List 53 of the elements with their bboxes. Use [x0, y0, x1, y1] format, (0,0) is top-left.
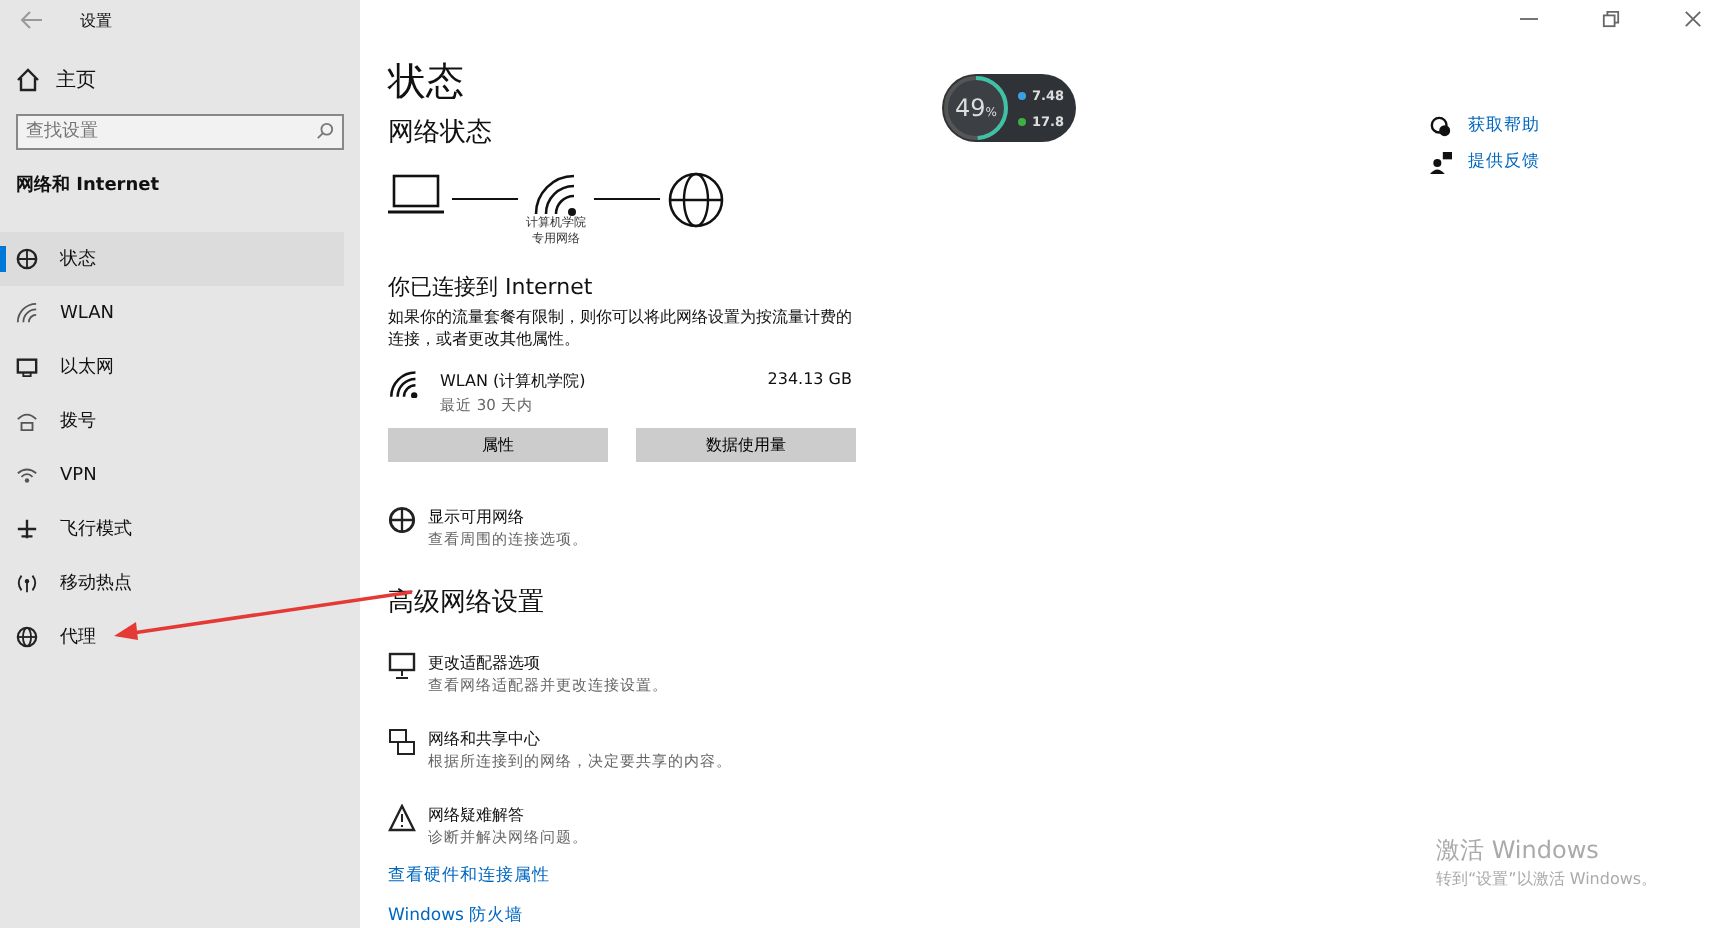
nav-icon	[16, 626, 38, 648]
monitor-icon	[388, 652, 416, 680]
activation-title: 激活 Windows	[1436, 834, 1601, 868]
action-button[interactable]: 数据使用量	[636, 428, 856, 462]
wifi-icon	[532, 172, 580, 216]
setting-link[interactable]: 网络和共享中心	[428, 728, 732, 750]
help-bubble-icon	[1430, 115, 1452, 137]
help-link[interactable]: 提供反馈	[1468, 150, 1540, 174]
data-usage: 234.13 GB	[767, 370, 852, 388]
close-icon[interactable]	[1684, 10, 1702, 28]
home-icon[interactable]	[16, 68, 40, 92]
nav-icon	[16, 248, 38, 270]
globe-icon	[668, 172, 724, 228]
feedback-icon	[1430, 151, 1452, 173]
connection-description: 如果你的流量套餐有限制，则你可以将此网络设置为按流量计费的连接，或者更改其他属性。	[388, 306, 854, 350]
wifi-icon	[388, 370, 420, 398]
window-title: 设置	[80, 9, 112, 31]
nav-item[interactable]: VPN	[0, 448, 344, 502]
setting-link[interactable]: 网络疑难解答	[428, 804, 588, 826]
home-link[interactable]: 主页	[56, 66, 96, 94]
nav-item[interactable]: 飞行模式	[0, 502, 344, 556]
nav-item[interactable]: 以太网	[0, 340, 344, 394]
nav-item[interactable]: 状态	[0, 232, 344, 286]
laptop-icon	[388, 172, 444, 216]
nav-item[interactable]: 移动热点	[0, 556, 344, 610]
connection-name: WLAN (计算机学院)	[440, 370, 588, 392]
nav-icon	[16, 572, 38, 594]
maximize-icon[interactable]	[1602, 10, 1620, 28]
settings-link[interactable]: 查看硬件和连接属性	[388, 864, 968, 888]
action-button[interactable]: 属性	[388, 428, 608, 462]
nav-icon	[16, 302, 38, 324]
nav-item[interactable]: WLAN	[0, 286, 344, 340]
connection-heading: 你已连接到 Internet	[388, 272, 595, 302]
activation-notice: 转到“设置”以激活 Windows。	[1436, 868, 1658, 890]
search-icon	[316, 122, 334, 140]
nav-icon	[16, 518, 38, 540]
search-field[interactable]: 查找设置	[16, 114, 344, 150]
nav-icon	[16, 464, 38, 486]
monitor-icon	[388, 728, 416, 756]
nav-item[interactable]: 拨号	[0, 394, 344, 448]
globe-icon	[388, 506, 416, 534]
setting-link[interactable]: 显示可用网络	[428, 506, 588, 528]
warning-icon	[388, 804, 416, 832]
section-heading: 网络状态	[388, 116, 494, 150]
nav-icon	[16, 356, 38, 378]
selection-indicator	[0, 246, 6, 272]
section-heading: 网络和 Internet	[16, 172, 162, 198]
help-link[interactable]: 获取帮助	[1468, 114, 1540, 138]
nav-icon	[16, 410, 38, 432]
page-title: 状态	[388, 60, 466, 104]
nav-item[interactable]: 代理	[0, 610, 344, 664]
setting-link[interactable]: 更改适配器选项	[428, 652, 668, 674]
settings-link[interactable]: Windows 防火墙	[388, 904, 968, 928]
